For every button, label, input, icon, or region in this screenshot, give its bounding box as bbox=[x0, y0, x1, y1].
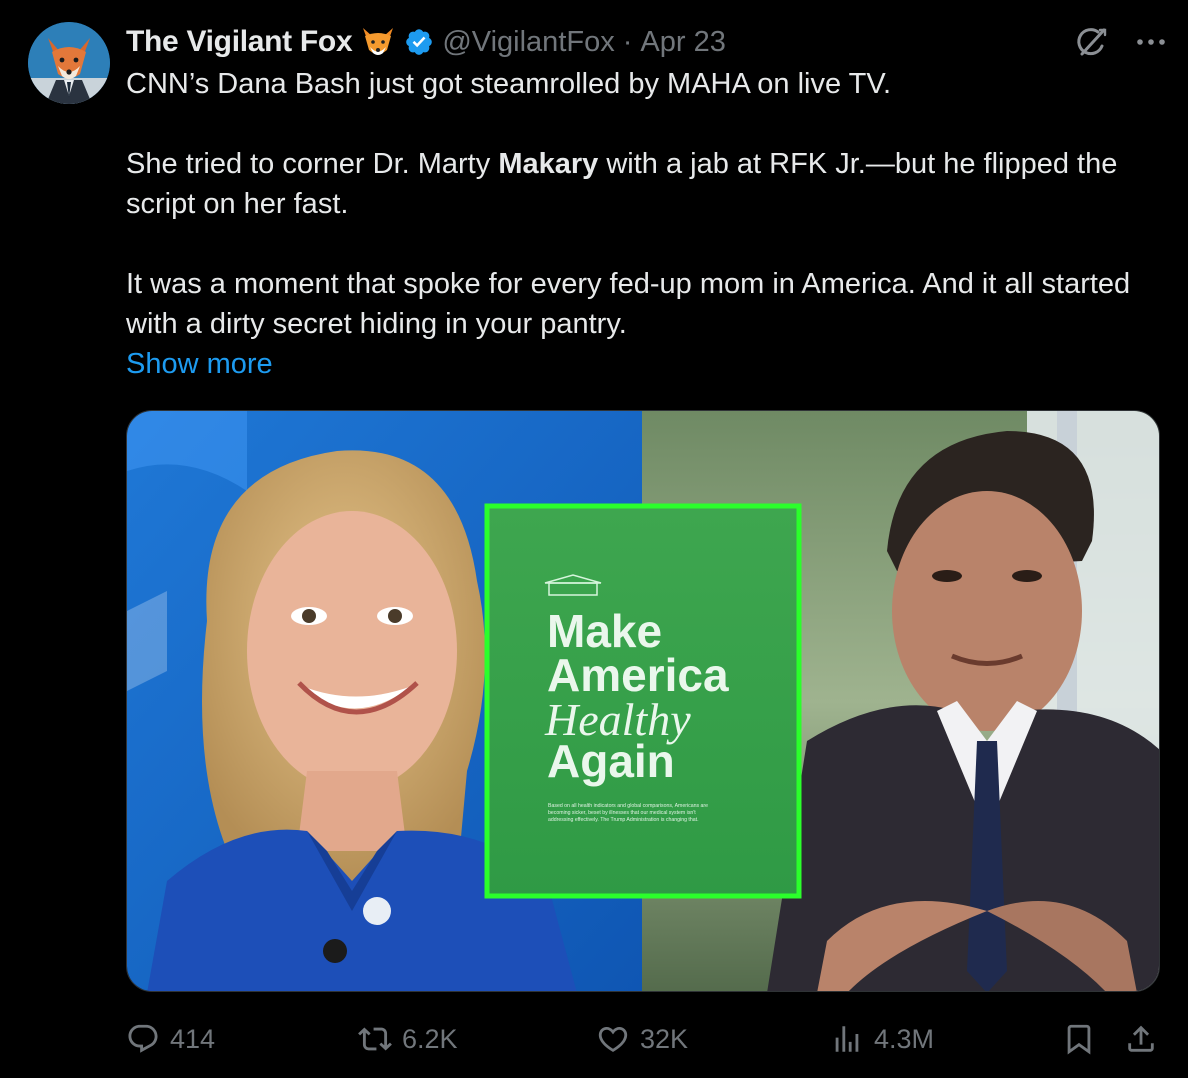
views-chart-icon bbox=[835, 1026, 859, 1052]
bookmark-button[interactable] bbox=[1062, 1014, 1096, 1064]
repost-button[interactable]: 6.2K bbox=[358, 1014, 458, 1064]
tweet-paragraph-3: It was a moment that spoke for every fed… bbox=[126, 268, 1131, 340]
tweet-top-actions bbox=[1074, 24, 1166, 60]
fox-avatar-icon bbox=[28, 22, 110, 104]
share-icon bbox=[1128, 1025, 1154, 1052]
poster-fineprint-3: addressing effectively. The Trump Admini… bbox=[548, 817, 699, 823]
repost-count: 6.2K bbox=[402, 1023, 458, 1054]
author-name[interactable]: The Vigilant Fox bbox=[126, 25, 353, 59]
like-button[interactable]: 32K bbox=[596, 1014, 688, 1064]
more-options-icon[interactable] bbox=[1136, 37, 1166, 47]
share-button[interactable] bbox=[1124, 1014, 1158, 1064]
avatar[interactable] bbox=[28, 22, 110, 104]
show-more-link[interactable]: Show more bbox=[126, 344, 1136, 384]
views-count: 4.3M bbox=[874, 1023, 935, 1054]
tweet-bold-word: Makary bbox=[498, 148, 599, 180]
bookmark-icon bbox=[1067, 1024, 1091, 1055]
tweet-actions-bar: 414 6.2K 32K 4.3M bbox=[126, 1014, 1160, 1064]
separator-dot: · bbox=[622, 25, 633, 58]
tweet-paragraph-2: She tried to corner Dr. Marty Makary wit… bbox=[126, 144, 1136, 224]
post-date[interactable]: Apr 23 bbox=[640, 26, 725, 59]
media-photo: Make America Healthy Again Based on all … bbox=[127, 411, 1159, 991]
fox-face-icon bbox=[360, 26, 396, 58]
grok-icon[interactable] bbox=[1074, 24, 1110, 60]
tweet-text-segment: She tried to corner Dr. Marty bbox=[126, 148, 499, 180]
verified-badge-icon[interactable] bbox=[404, 27, 434, 57]
poster-fineprint-1: Based on all health indicators and globa… bbox=[548, 803, 708, 809]
repost-icon bbox=[358, 1027, 392, 1051]
tweet-media-image[interactable]: Make America Healthy Again Based on all … bbox=[126, 410, 1160, 992]
reply-button[interactable]: 414 bbox=[126, 1014, 215, 1064]
author-handle[interactable]: @VigilantFox bbox=[442, 26, 614, 59]
reply-icon bbox=[128, 1024, 158, 1053]
poster-line-again: Again bbox=[547, 735, 675, 787]
like-count: 32K bbox=[640, 1023, 689, 1054]
views-button[interactable]: 4.3M bbox=[830, 1014, 934, 1064]
tweet-text: CNN’s Dana Bash just got steamrolled by … bbox=[126, 64, 1136, 384]
tweet-header: The Vigilant Fox @VigilantFox · Apr 23 bbox=[126, 22, 726, 62]
poster-fineprint-2: becoming sicker, beset by illnesses that… bbox=[548, 810, 696, 816]
tweet-paragraph-1: CNN’s Dana Bash just got steamrolled by … bbox=[126, 68, 892, 100]
reply-count: 414 bbox=[170, 1023, 216, 1054]
heart-icon bbox=[598, 1026, 628, 1052]
